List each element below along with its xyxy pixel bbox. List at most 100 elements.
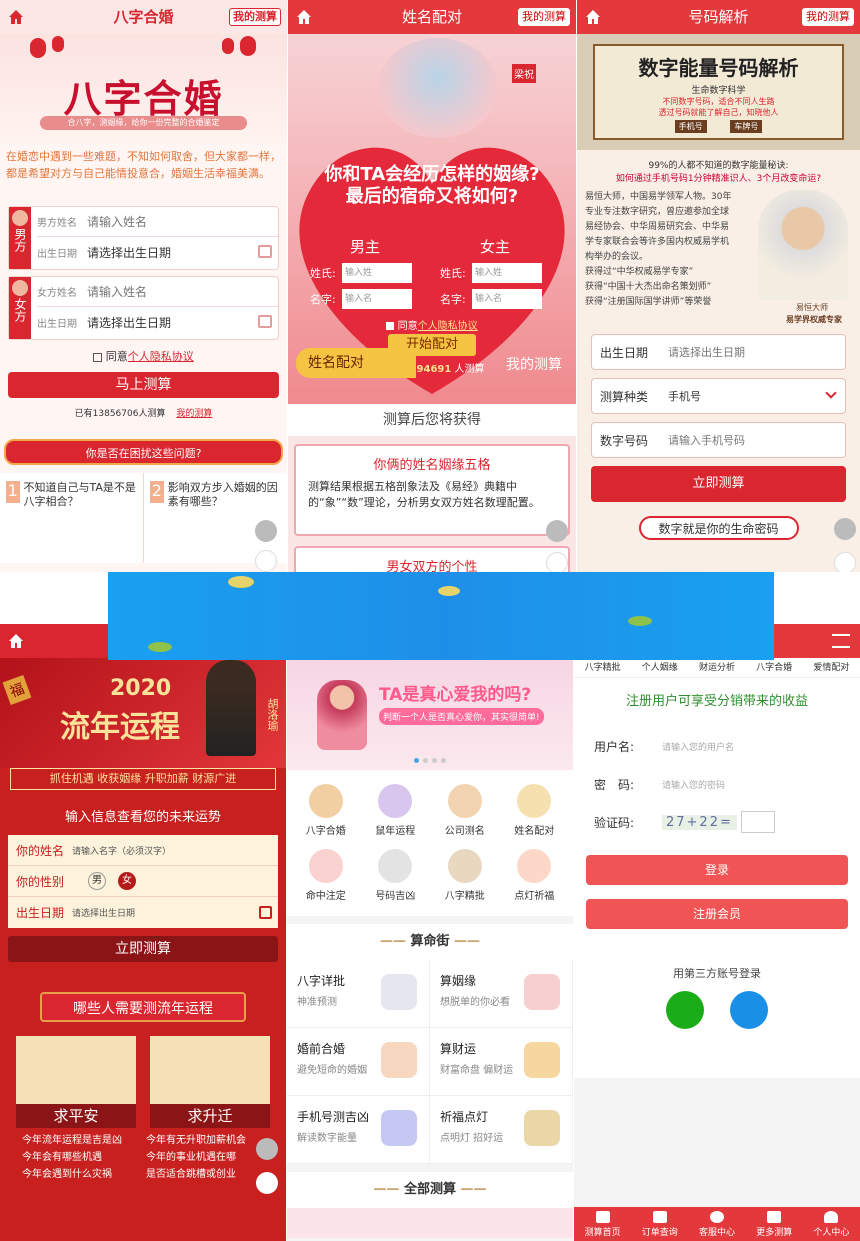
- male-date-label: 出生日期: [37, 248, 77, 260]
- agree-checkbox[interactable]: [93, 352, 103, 362]
- tab-my-tests[interactable]: 我的测算: [506, 354, 562, 374]
- date-label: 出生日期: [16, 906, 65, 920]
- submit-button[interactable]: 立即测算: [8, 936, 278, 962]
- wechat-icon[interactable]: [666, 991, 704, 1029]
- gender-female[interactable]: 女: [118, 872, 136, 890]
- who-title: 哪些人需要测流年运程: [40, 992, 246, 1022]
- nav-item[interactable]: 财运分析: [699, 658, 735, 677]
- feature-item[interactable]: 鼠年运程: [361, 784, 431, 837]
- header: 号码解析 我的测算: [577, 0, 860, 34]
- feature-item[interactable]: 命中注定: [291, 849, 361, 902]
- username-input[interactable]: 请输入您的用户名: [662, 740, 734, 753]
- who-cards: 求平安 求升迁: [16, 1036, 270, 1128]
- gain-card: 你俩的姓名姻缘五格 测算结果根据五格剖象法及《易经》典籍中的“象”“数”理论，分…: [294, 444, 570, 536]
- submit-button[interactable]: 马上测算: [8, 372, 279, 398]
- password-input[interactable]: 请输入您的密码: [662, 778, 725, 791]
- female-tag: 女方: [9, 277, 31, 339]
- date-input[interactable]: 请选择出生日期: [72, 906, 135, 919]
- feature-item[interactable]: 姓名配对: [500, 784, 570, 837]
- service-item[interactable]: 手机号测吉凶 解读数字能量: [287, 1096, 430, 1164]
- nav-item[interactable]: 爱情配对: [813, 658, 849, 677]
- name-input[interactable]: 请输入名字（必须汉字）: [72, 844, 171, 857]
- banner: 数字能量号码解析 生命数字科学 不同数字号码，适合不同人生路 透过号码就能了解自…: [577, 34, 860, 150]
- male-date-input[interactable]: 请选择出生日期: [87, 244, 171, 261]
- calendar-icon[interactable]: [258, 315, 272, 328]
- female-name-input[interactable]: 输入名: [472, 289, 542, 309]
- female-surname-input[interactable]: 输入姓: [472, 263, 542, 283]
- tab-more[interactable]: 更多测算: [746, 1207, 803, 1241]
- share-icon[interactable]: [834, 552, 856, 572]
- home-icon[interactable]: [8, 633, 24, 649]
- female-date-input[interactable]: 请选择出生日期: [87, 314, 171, 331]
- qq-icon[interactable]: [730, 991, 768, 1029]
- agree-checkbox[interactable]: [386, 322, 395, 330]
- gender-label: 你的性别: [16, 874, 65, 889]
- user-icon: [824, 1211, 839, 1223]
- feature-item[interactable]: 八字合婚: [291, 784, 361, 837]
- service-item[interactable]: 算姻缘 想脱单的你必看: [430, 960, 573, 1028]
- my-tests-link[interactable]: 我的测算: [176, 409, 212, 419]
- calendar-icon[interactable]: [259, 906, 272, 919]
- scroll-up-icon[interactable]: [255, 520, 277, 542]
- scroll-up-icon[interactable]: [256, 1138, 278, 1160]
- captcha-input[interactable]: [740, 811, 775, 833]
- captcha-image[interactable]: 27+22=: [662, 814, 737, 830]
- question-text: 影响双方步入婚姻的因素有哪些？: [167, 481, 278, 508]
- captcha-label: 验证码:: [594, 815, 635, 830]
- lamp-icon: [524, 1110, 560, 1146]
- type-select[interactable]: 测算种类 手机号: [591, 378, 846, 414]
- register-button[interactable]: 注册会员: [586, 899, 848, 929]
- service-item[interactable]: 算财运 财富命盘 偏财运: [430, 1028, 573, 1096]
- birth-date-field[interactable]: 出生日期 请选择出生日期: [591, 334, 846, 370]
- login-button[interactable]: 登录: [586, 855, 848, 885]
- question-number: 1: [6, 481, 20, 503]
- count-row: 已有13856706人测算 我的测算: [74, 409, 213, 419]
- menu-search-icon[interactable]: [832, 634, 850, 648]
- tab-orders[interactable]: 订单查询: [631, 1207, 688, 1241]
- master-intro: 易恒大师，中国易学领军人物。30年专业专注数字研究，曾应邀参加全球易经协会、中华…: [585, 190, 852, 330]
- privacy-link[interactable]: 个人隐私协议: [418, 321, 478, 332]
- share-icon[interactable]: [546, 552, 568, 572]
- scroll-up-icon[interactable]: [546, 520, 568, 542]
- service-item[interactable]: 婚前合婚 避免短命的婚姻: [287, 1028, 430, 1096]
- number-input[interactable]: 数字号码 请输入手机号码: [591, 422, 846, 458]
- my-tests-button[interactable]: 我的测算: [518, 8, 570, 26]
- nav-item[interactable]: 八字合婚: [756, 658, 792, 677]
- card-text: 测算结果根据五格剖象法及《易经》典籍中的“象”“数”理论，分析男女双方姓名数理配…: [308, 480, 540, 509]
- tab-name-match[interactable]: 姓名配对: [296, 348, 416, 378]
- share-icon[interactable]: [256, 1172, 278, 1194]
- my-tests-button[interactable]: 我的测算: [229, 8, 281, 26]
- submit-button[interactable]: 立即测算: [591, 466, 846, 502]
- feature-item[interactable]: 号码吉凶: [361, 849, 431, 902]
- home-icon[interactable]: [8, 9, 24, 25]
- nav-item[interactable]: 个人姻缘: [642, 658, 678, 677]
- service-item[interactable]: 八字详批 神准预测: [287, 960, 430, 1028]
- male-surname-input[interactable]: 输入姓: [342, 263, 412, 283]
- feature-item[interactable]: 公司测名: [430, 784, 500, 837]
- lamp-icon: [517, 849, 552, 883]
- tab-profile[interactable]: 个人中心: [803, 1207, 860, 1241]
- male-name-input[interactable]: 请输入姓名: [87, 213, 147, 230]
- home-icon[interactable]: [585, 9, 601, 25]
- scroll-banner: 数字能量号码解析 生命数字科学 不同数字号码，适合不同人生路 透过号码就能了解自…: [593, 44, 844, 140]
- calendar-icon[interactable]: [258, 245, 272, 258]
- tab-service[interactable]: 客服中心: [688, 1207, 745, 1241]
- gender-male[interactable]: 男: [88, 872, 106, 890]
- card-title: 你俩的姓名姻缘五格: [373, 458, 491, 473]
- nav-item[interactable]: 八字精批: [585, 658, 621, 677]
- my-tests-button[interactable]: 我的测算: [802, 8, 854, 26]
- female-form: 女主 姓氏: 输入姓 名字: 输入名: [440, 236, 550, 309]
- female-name-input[interactable]: 请输入姓名: [87, 283, 147, 300]
- scroll-up-icon[interactable]: [834, 518, 856, 540]
- feature-item[interactable]: 点灯祈福: [500, 849, 570, 902]
- password-label: 密 码:: [594, 777, 635, 792]
- leaf-decoration: [628, 616, 652, 626]
- service-item[interactable]: 祈福点灯 点明灯 招好运: [430, 1096, 573, 1164]
- carousel-dots[interactable]: [287, 752, 573, 766]
- male-name-input[interactable]: 输入名: [342, 289, 412, 309]
- privacy-link[interactable]: 个人隐私协议: [128, 350, 194, 363]
- tab-home[interactable]: 测算首页: [574, 1207, 631, 1241]
- feature-item[interactable]: 八字精批: [430, 849, 500, 902]
- home-icon[interactable]: [296, 9, 312, 25]
- share-icon[interactable]: [255, 550, 277, 572]
